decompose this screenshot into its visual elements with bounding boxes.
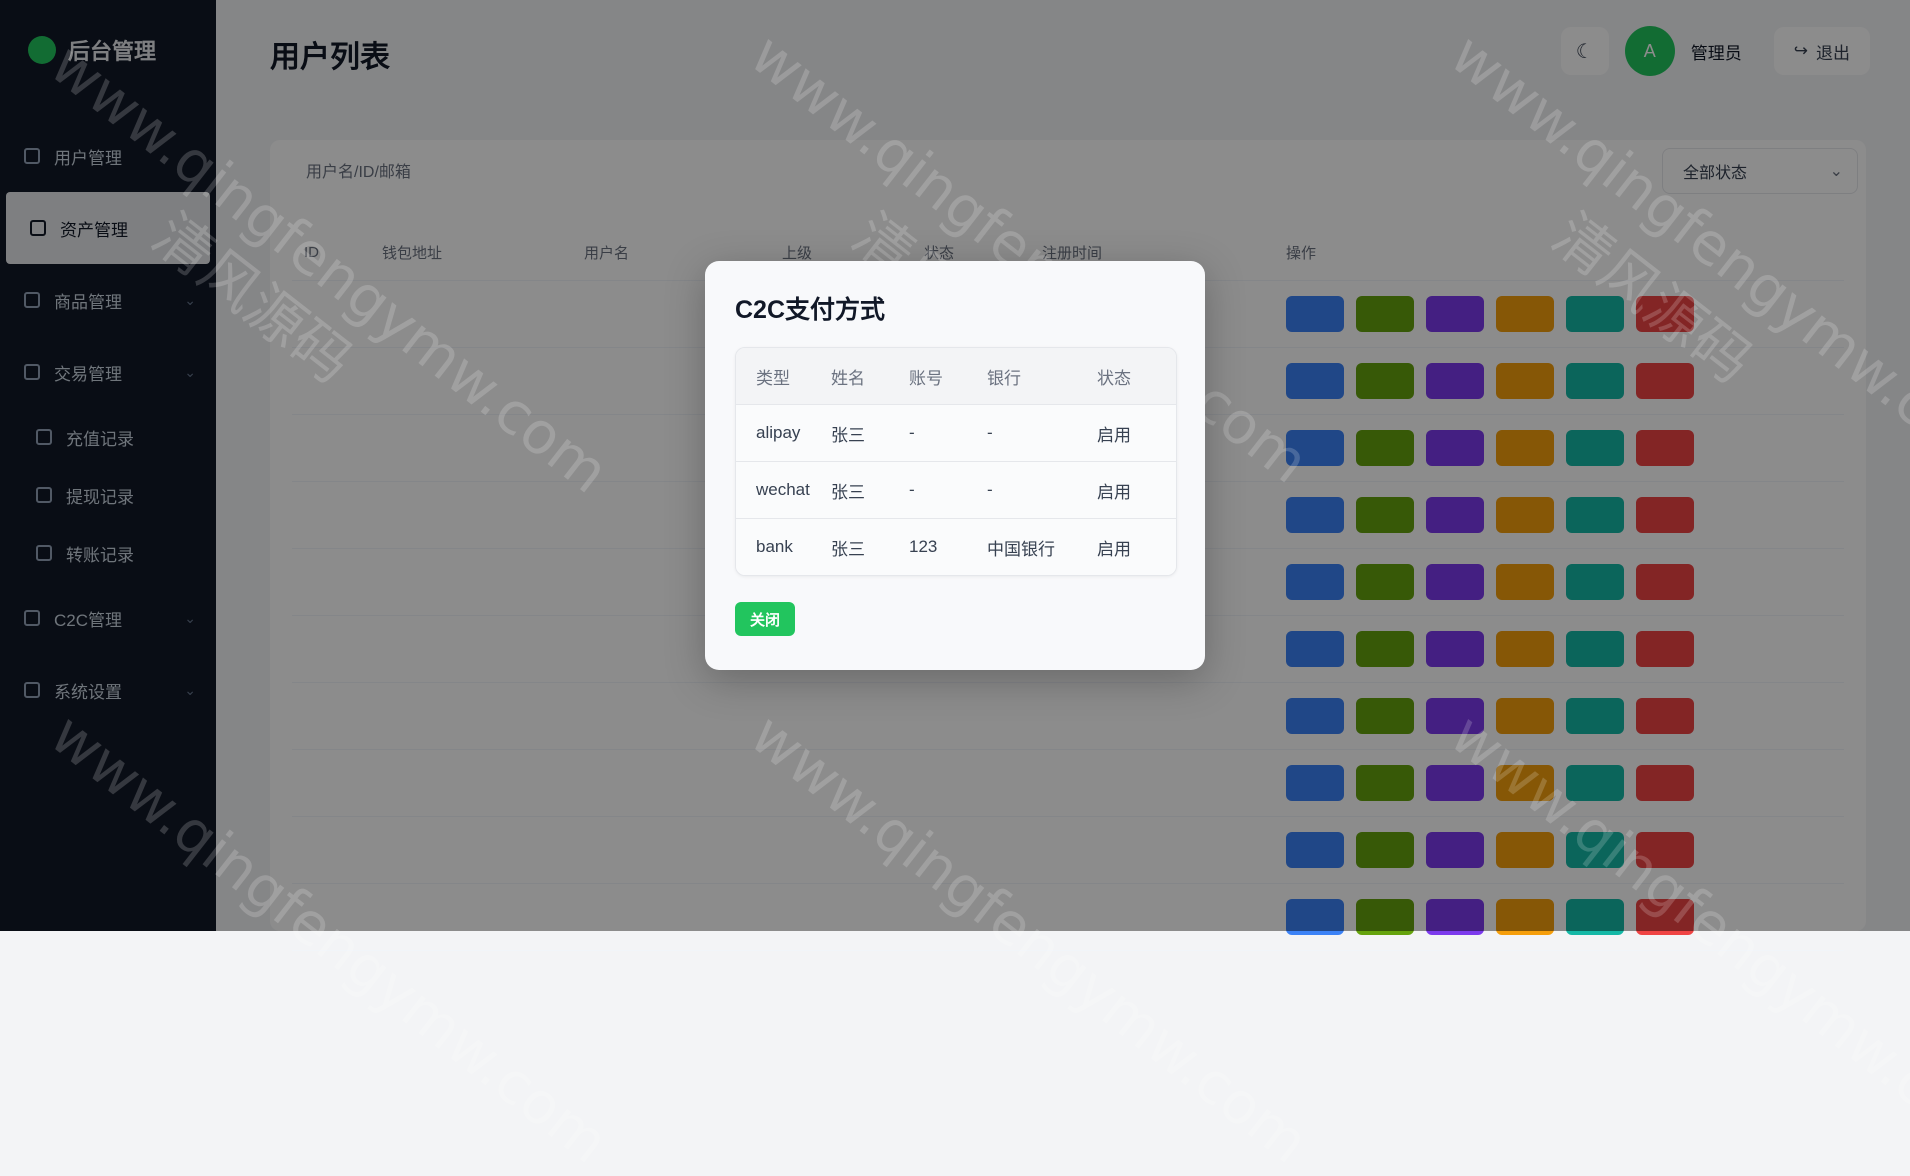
table-row: wechat 张三 - - 启用 (736, 462, 1176, 519)
cell-account: - (909, 480, 915, 499)
payment-methods-modal: C2C支付方式 类型 姓名 账号 银行 状态 alipay 张三 - - 启用 … (705, 261, 1205, 670)
payment-methods-table: 类型 姓名 账号 银行 状态 alipay 张三 - - 启用 wechat 张… (735, 347, 1177, 576)
col-bank: 银行 (987, 368, 1021, 388)
col-type: 类型 (756, 368, 790, 388)
col-status: 状态 (1097, 368, 1131, 388)
table-header: 类型 姓名 账号 银行 状态 (736, 348, 1176, 405)
cell-account: 123 (909, 537, 938, 556)
modal-title: C2C支付方式 (735, 296, 886, 324)
cell-name: 张三 (831, 425, 865, 445)
cell-name: 张三 (831, 482, 865, 502)
cell-type: wechat (756, 480, 810, 499)
table-row: bank 张三 123 中国银行 启用 (736, 519, 1176, 575)
cell-status: 启用 (1097, 482, 1131, 502)
col-name: 姓名 (831, 368, 865, 388)
cell-name: 张三 (831, 539, 865, 559)
cell-type: bank (756, 537, 793, 556)
cell-bank: - (987, 423, 993, 442)
cell-account: - (909, 423, 915, 442)
col-account: 账号 (909, 368, 943, 388)
cell-status: 启用 (1097, 425, 1131, 445)
cell-bank: 中国银行 (987, 539, 1055, 559)
close-button[interactable]: 关闭 (735, 602, 795, 636)
cell-type: alipay (756, 423, 801, 442)
cell-status: 启用 (1097, 539, 1131, 559)
cell-bank: - (987, 480, 993, 499)
table-row: alipay 张三 - - 启用 (736, 405, 1176, 462)
